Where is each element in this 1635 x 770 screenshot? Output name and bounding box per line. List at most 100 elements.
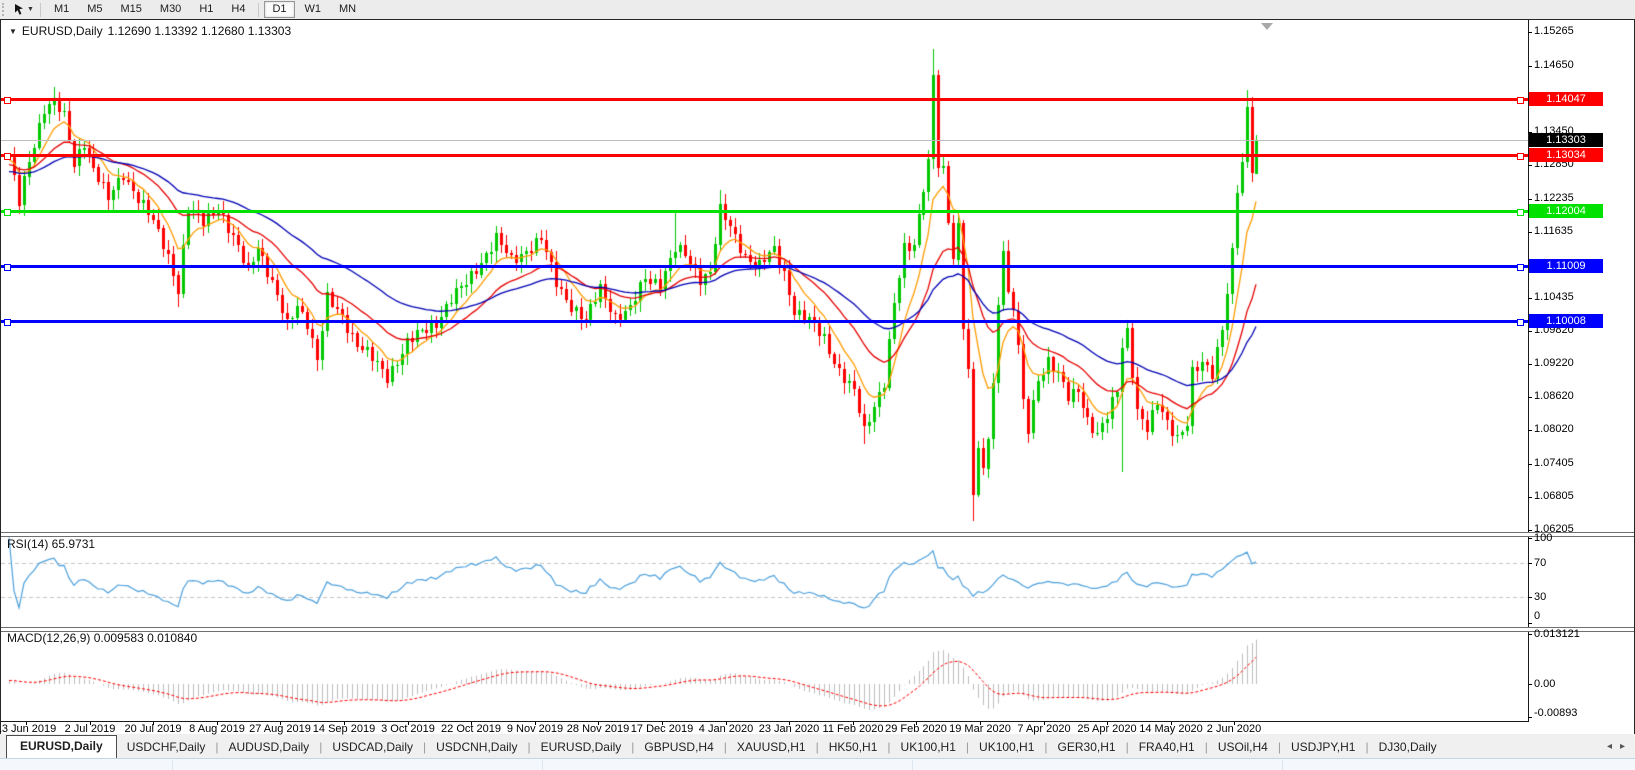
tab-ger30-h1[interactable]: GER30,H1: [1048, 737, 1126, 758]
support-line-green-handle[interactable]: [1517, 209, 1524, 216]
support-line-blue-lower-handle[interactable]: [4, 319, 11, 326]
tab-usdjpy-h1[interactable]: USDJPY,H1: [1281, 737, 1365, 758]
macd-tick-mark: [1528, 717, 1532, 718]
resistance-line-lower-handle[interactable]: [1517, 153, 1524, 160]
price-tick-mark: [1528, 66, 1532, 67]
time-tick-label: 11 Feb 2020: [823, 723, 884, 735]
rsi-tick-label: 0: [1534, 610, 1540, 622]
support-line-blue-upper[interactable]: [1, 265, 1528, 268]
tab-usdchf-daily[interactable]: USDCHF,Daily: [117, 737, 216, 758]
time-tick-label: 17 Dec 2019: [631, 723, 693, 735]
toolbar-separator: [258, 3, 259, 17]
price-tick-mark: [1528, 298, 1532, 299]
price-tick-label: 1.07405: [1534, 457, 1574, 469]
tab-usdcnh-daily[interactable]: USDCNH,Daily: [426, 737, 527, 758]
resistance-line-upper-price-tag: 1.14047: [1529, 92, 1603, 106]
price-tick-mark: [1528, 331, 1532, 332]
tab-fra40-h1[interactable]: FRA40,H1: [1129, 737, 1205, 758]
chart-shift-marker[interactable]: [1261, 23, 1273, 30]
tab-scroll-right-icon[interactable]: ▸: [1620, 741, 1625, 752]
timeframe-button-m5[interactable]: M5: [79, 1, 110, 18]
macd-tick-label: 0.00: [1534, 678, 1555, 690]
timeframe-button-h1[interactable]: H1: [191, 1, 221, 18]
macd-tick-label: -0.00893: [1534, 707, 1577, 719]
tab-xauusd-h1[interactable]: XAUUSD,H1: [727, 737, 816, 758]
price-tick-mark: [1528, 232, 1532, 233]
tab-eurusd-daily[interactable]: EURUSD,Daily: [6, 735, 117, 758]
resistance-line-lower-price-tag: 1.13034: [1529, 148, 1603, 162]
support-line-green[interactable]: [1, 210, 1528, 213]
time-axis-border[interactable]: [1, 721, 1529, 722]
tab-usdcad-daily[interactable]: USDCAD,Daily: [322, 737, 423, 758]
tab-audusd-daily[interactable]: AUDUSD,Daily: [219, 737, 320, 758]
current-price-tag: 1.13303: [1529, 133, 1603, 147]
cursor-tool-button[interactable]: ▼: [12, 3, 36, 16]
status-bar-divider: [912, 760, 913, 770]
tab-uk100-h1[interactable]: UK100,H1: [969, 737, 1044, 758]
tab-uk100-h1[interactable]: UK100,H1: [891, 737, 966, 758]
price-tick-label: 1.08020: [1534, 423, 1574, 435]
support-line-blue-upper-handle[interactable]: [1517, 264, 1524, 271]
support-line-blue-lower[interactable]: [1, 320, 1528, 323]
time-tick-label: 20 Jul 2019: [125, 723, 182, 735]
time-tick-label: 28 Nov 2019: [567, 723, 629, 735]
support-line-blue-upper-price-tag: 1.11009: [1529, 259, 1603, 273]
chevron-down-icon: ▼: [27, 6, 34, 13]
timeframe-button-h4[interactable]: H4: [223, 1, 253, 18]
status-bar-divider: [542, 760, 543, 770]
price-tick-mark: [1528, 364, 1532, 365]
toolbar-grip[interactable]: [2, 3, 7, 16]
macd-indicator-label: MACD(12,26,9) 0.009583 0.010840: [7, 631, 197, 645]
support-line-green-handle[interactable]: [4, 209, 11, 216]
tab-usoil-h4[interactable]: USOil,H4: [1208, 737, 1278, 758]
time-tick-label: 4 Jan 2020: [699, 723, 753, 735]
time-tick-label: 13 Jun 2019: [0, 723, 56, 735]
timeframe-button-m30[interactable]: M30: [152, 1, 189, 18]
tab-scroll-left-icon[interactable]: ◂: [1607, 741, 1612, 752]
price-tick-mark: [1528, 199, 1532, 200]
resistance-line-lower[interactable]: [1, 154, 1528, 157]
macd-tick-mark: [1528, 684, 1532, 685]
rsi-pane-separator[interactable]: [1, 532, 1634, 537]
tab-hk50-h1[interactable]: HK50,H1: [819, 737, 888, 758]
support-line-blue-lower-handle[interactable]: [1517, 319, 1524, 326]
timeframe-button-mn[interactable]: MN: [331, 1, 364, 18]
chart-collapse-icon[interactable]: ▼: [9, 27, 17, 36]
rsi-tick-mark: [1528, 563, 1532, 564]
status-bar-divider: [1282, 760, 1283, 770]
macd-pane-separator[interactable]: [1, 627, 1634, 632]
price-tick-mark: [1528, 165, 1532, 166]
cursor-icon: [13, 3, 25, 16]
time-tick-label: 27 Aug 2019: [249, 723, 311, 735]
price-tick-mark: [1528, 32, 1532, 33]
timeframe-button-d1[interactable]: D1: [264, 1, 294, 18]
time-tick-label: 29 Feb 2020: [885, 723, 947, 735]
bid-price-line: [1, 140, 1528, 141]
timeframe-button-w1[interactable]: W1: [297, 1, 330, 18]
price-tick-label: 1.12235: [1534, 192, 1574, 204]
time-tick-label: 8 Aug 2019: [189, 723, 245, 735]
chart-ohlc-values: 1.12690 1.13392 1.12680 1.13303: [108, 24, 292, 38]
support-line-blue-upper-handle[interactable]: [4, 264, 11, 271]
resistance-line-lower-handle[interactable]: [4, 153, 11, 160]
time-tick-label: 19 Mar 2020: [949, 723, 1011, 735]
macd-tick-mark: [1528, 634, 1532, 635]
resistance-line-upper-handle[interactable]: [4, 97, 11, 104]
rsi-indicator-label: RSI(14) 65.9731: [7, 537, 95, 551]
rsi-tick-mark: [1528, 597, 1532, 598]
tab-scroll-arrows: ◂▸: [1607, 741, 1635, 758]
resistance-line-upper-handle[interactable]: [1517, 97, 1524, 104]
timeframe-button-m1[interactable]: M1: [46, 1, 77, 18]
tab-gbpusd-h4[interactable]: GBPUSD,H4: [634, 737, 723, 758]
price-tick-label: 1.14650: [1534, 59, 1574, 71]
resistance-line-upper[interactable]: [1, 98, 1528, 101]
time-tick-label: 7 Apr 2020: [1017, 723, 1070, 735]
mt4-window: ▼ M1M5M15M30H1H4 D1W1MN ▼ EURUSD,Daily 1.…: [0, 0, 1635, 770]
tab-eurusd-daily[interactable]: EURUSD,Daily: [531, 737, 632, 758]
time-tick-label: 22 Oct 2019: [441, 723, 501, 735]
timeframe-toolbar: ▼ M1M5M15M30H1H4 D1W1MN: [0, 0, 1635, 20]
price-axis-border[interactable]: [1528, 20, 1529, 722]
tab-dj30-daily[interactable]: DJ30,Daily: [1369, 737, 1447, 758]
price-tick-label: 1.08620: [1534, 390, 1574, 402]
timeframe-button-m15[interactable]: M15: [113, 1, 150, 18]
